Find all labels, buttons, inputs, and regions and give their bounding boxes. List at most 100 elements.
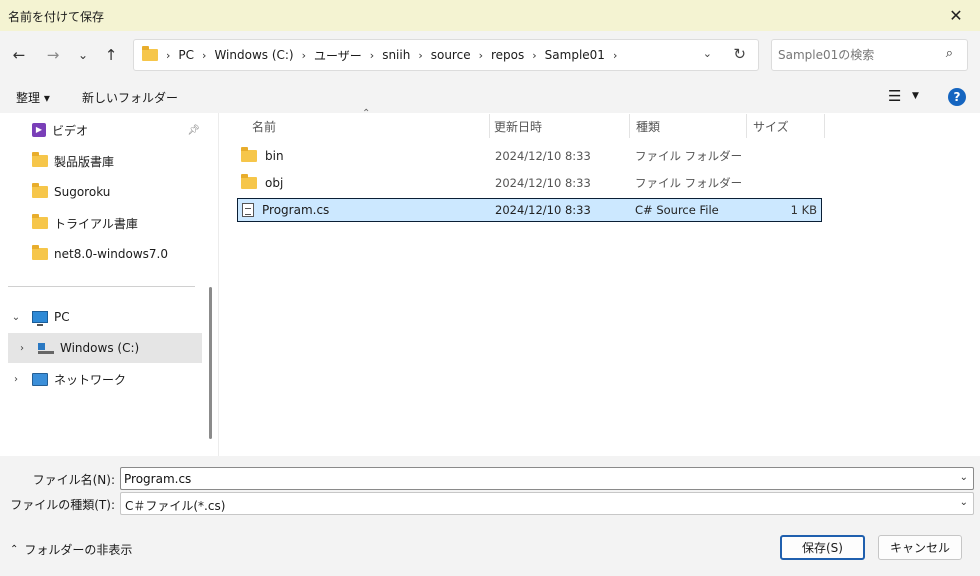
file-name: Program.cs bbox=[262, 203, 330, 217]
sidebar-item-label: ビデオ bbox=[52, 123, 89, 138]
sidebar-item-label: Windows (C:) bbox=[60, 341, 140, 355]
up-button[interactable]: ↑ bbox=[98, 42, 124, 68]
column-header-size[interactable]: サイズ bbox=[749, 114, 823, 138]
chevron-right-icon: › bbox=[478, 48, 483, 62]
file-type: ファイル フォルダー bbox=[635, 176, 743, 190]
breadcrumb-pc[interactable]: PC bbox=[172, 48, 200, 62]
folder-icon bbox=[32, 245, 48, 260]
view-options-icon[interactable]: ☰ bbox=[888, 87, 901, 105]
breadcrumb-source[interactable]: source bbox=[425, 48, 477, 62]
chevron-down-icon: ⌄ bbox=[77, 48, 89, 62]
back-arrow-icon: ← bbox=[12, 46, 26, 64]
sidebar-scrollbar[interactable] bbox=[209, 287, 212, 439]
organize-button[interactable]: 整理 ▾ bbox=[16, 89, 50, 106]
save-button[interactable]: 保存(S) bbox=[780, 535, 865, 560]
sidebar-item-sugoroku[interactable]: Sugoroku bbox=[8, 177, 202, 207]
sidebar-item-trial-library[interactable]: トライアル書庫 bbox=[8, 208, 202, 238]
filetype-value: C＃ファイル(*.cs) bbox=[125, 499, 226, 513]
breadcrumb: › PC › Windows (C:) › ユーザー › sniih › sou… bbox=[142, 40, 619, 70]
hide-folders-label: フォルダーの非表示 bbox=[24, 543, 133, 557]
close-icon: ✕ bbox=[949, 6, 963, 25]
column-resizer[interactable] bbox=[746, 114, 747, 138]
recent-locations-button[interactable]: ⌄ bbox=[70, 42, 96, 68]
column-resizer[interactable] bbox=[824, 114, 825, 138]
back-button[interactable]: ← bbox=[6, 42, 32, 68]
chevron-right-icon[interactable]: › bbox=[14, 343, 30, 354]
close-button[interactable]: ✕ bbox=[932, 0, 980, 31]
sidebar-item-label: ネットワーク bbox=[54, 372, 127, 387]
chevron-down-icon[interactable]: ⌄ bbox=[960, 472, 968, 483]
folder-icon bbox=[32, 152, 48, 167]
column-header-name[interactable]: 名前 bbox=[248, 114, 488, 138]
breadcrumb-windows-c[interactable]: Windows (C:) bbox=[208, 48, 299, 62]
sidebar-divider bbox=[8, 286, 195, 287]
file-modified: 2024/12/10 8:33 bbox=[495, 176, 591, 190]
address-dropdown-icon[interactable]: ⌄ bbox=[703, 47, 712, 60]
folder-icon bbox=[32, 183, 48, 198]
sidebar-item-net8-windows[interactable]: net8.0-windows7.0 bbox=[8, 239, 202, 269]
file-type: C# Source File bbox=[635, 203, 719, 217]
breadcrumb-repos[interactable]: repos bbox=[485, 48, 530, 62]
address-bar[interactable]: › PC › Windows (C:) › ユーザー › sniih › sou… bbox=[133, 39, 759, 71]
pin-icon: 📌︎ bbox=[187, 124, 200, 136]
chevron-right-icon[interactable]: › bbox=[8, 374, 24, 385]
filename-combobox[interactable]: ⌄ bbox=[120, 467, 974, 490]
filetype-label: ファイルの種類(T): bbox=[10, 498, 115, 512]
sidebar-item-label: net8.0-windows7.0 bbox=[54, 247, 168, 261]
chevron-right-icon: › bbox=[418, 48, 423, 62]
search-icon[interactable]: ⌕ bbox=[946, 46, 953, 61]
title-bar bbox=[0, 0, 980, 31]
sidebar-item-windows-c[interactable]: › Windows (C:) bbox=[8, 333, 202, 363]
pc-icon bbox=[32, 311, 48, 326]
file-name: obj bbox=[265, 176, 284, 190]
sidebar-item-label: Sugoroku bbox=[54, 185, 111, 199]
table-row[interactable]: obj 2024/12/10 8:33 ファイル フォルダー bbox=[237, 171, 822, 195]
chevron-right-icon: › bbox=[612, 48, 618, 62]
help-icon[interactable]: ? bbox=[948, 88, 966, 106]
column-resizer[interactable] bbox=[629, 114, 630, 138]
chevron-down-icon[interactable]: ⌄ bbox=[960, 497, 968, 508]
column-header-modified[interactable]: 更新日時 bbox=[490, 114, 628, 138]
video-icon: ▶ bbox=[32, 123, 46, 137]
chevron-right-icon: › bbox=[369, 48, 375, 62]
search-input[interactable] bbox=[778, 46, 938, 64]
folder-icon bbox=[241, 174, 257, 189]
column-header-type[interactable]: 種類 bbox=[632, 114, 746, 138]
folder-icon bbox=[32, 214, 48, 229]
file-modified: 2024/12/10 8:33 bbox=[495, 203, 591, 217]
sidebar-item-label: PC bbox=[54, 310, 70, 324]
cancel-button[interactable]: キャンセル bbox=[878, 535, 962, 560]
sidebar-item-pc[interactable]: ⌄ PC bbox=[8, 302, 202, 332]
hide-folders-toggle[interactable]: ⌃ フォルダーの非表示 bbox=[10, 541, 132, 558]
dialog-title: 名前を付けて保存 bbox=[8, 10, 105, 24]
chevron-right-icon: › bbox=[202, 48, 207, 62]
forward-button[interactable]: → bbox=[40, 42, 66, 68]
view-dropdown-icon[interactable]: ▼ bbox=[912, 91, 919, 101]
chevron-right-icon: › bbox=[532, 48, 537, 62]
up-arrow-icon: ↑ bbox=[104, 46, 118, 64]
breadcrumb-users[interactable]: ユーザー bbox=[308, 47, 368, 64]
sidebar-item-network[interactable]: › ネットワーク bbox=[8, 364, 202, 394]
navigation-pane: ▶ ビデオ 📌︎ 製品版書庫 Sugoroku トライアル書庫 net8.0-w… bbox=[0, 113, 218, 456]
new-folder-button[interactable]: 新しいフォルダー bbox=[82, 89, 178, 106]
filename-input[interactable] bbox=[124, 471, 944, 487]
network-icon bbox=[32, 372, 48, 386]
file-type: ファイル フォルダー bbox=[635, 149, 743, 163]
sidebar-item-product-library[interactable]: 製品版書庫 bbox=[8, 146, 202, 176]
table-row[interactable]: bin 2024/12/10 8:33 ファイル フォルダー bbox=[237, 144, 822, 168]
chevron-up-icon: ⌃ bbox=[10, 544, 19, 555]
filename-label: ファイル名(N): bbox=[32, 473, 115, 487]
folder-icon bbox=[241, 147, 257, 162]
filetype-select[interactable]: C＃ファイル(*.cs) ⌄ bbox=[120, 492, 974, 515]
refresh-icon[interactable]: ↻ bbox=[733, 45, 746, 63]
file-name: bin bbox=[265, 149, 284, 163]
search-box[interactable]: ⌕ bbox=[771, 39, 968, 71]
breadcrumb-sample01[interactable]: Sample01 bbox=[539, 48, 611, 62]
breadcrumb-sniih[interactable]: sniih bbox=[376, 48, 416, 62]
file-size: 1 KB bbox=[790, 203, 817, 217]
chevron-down-icon[interactable]: ⌄ bbox=[8, 312, 24, 323]
sidebar-item-label: 製品版書庫 bbox=[54, 154, 115, 169]
chevron-right-icon: › bbox=[301, 48, 307, 62]
sidebar-item-videos[interactable]: ▶ ビデオ 📌︎ bbox=[8, 115, 202, 145]
table-row-selected[interactable]: Program.cs 2024/12/10 8:33 C# Source Fil… bbox=[237, 198, 822, 222]
